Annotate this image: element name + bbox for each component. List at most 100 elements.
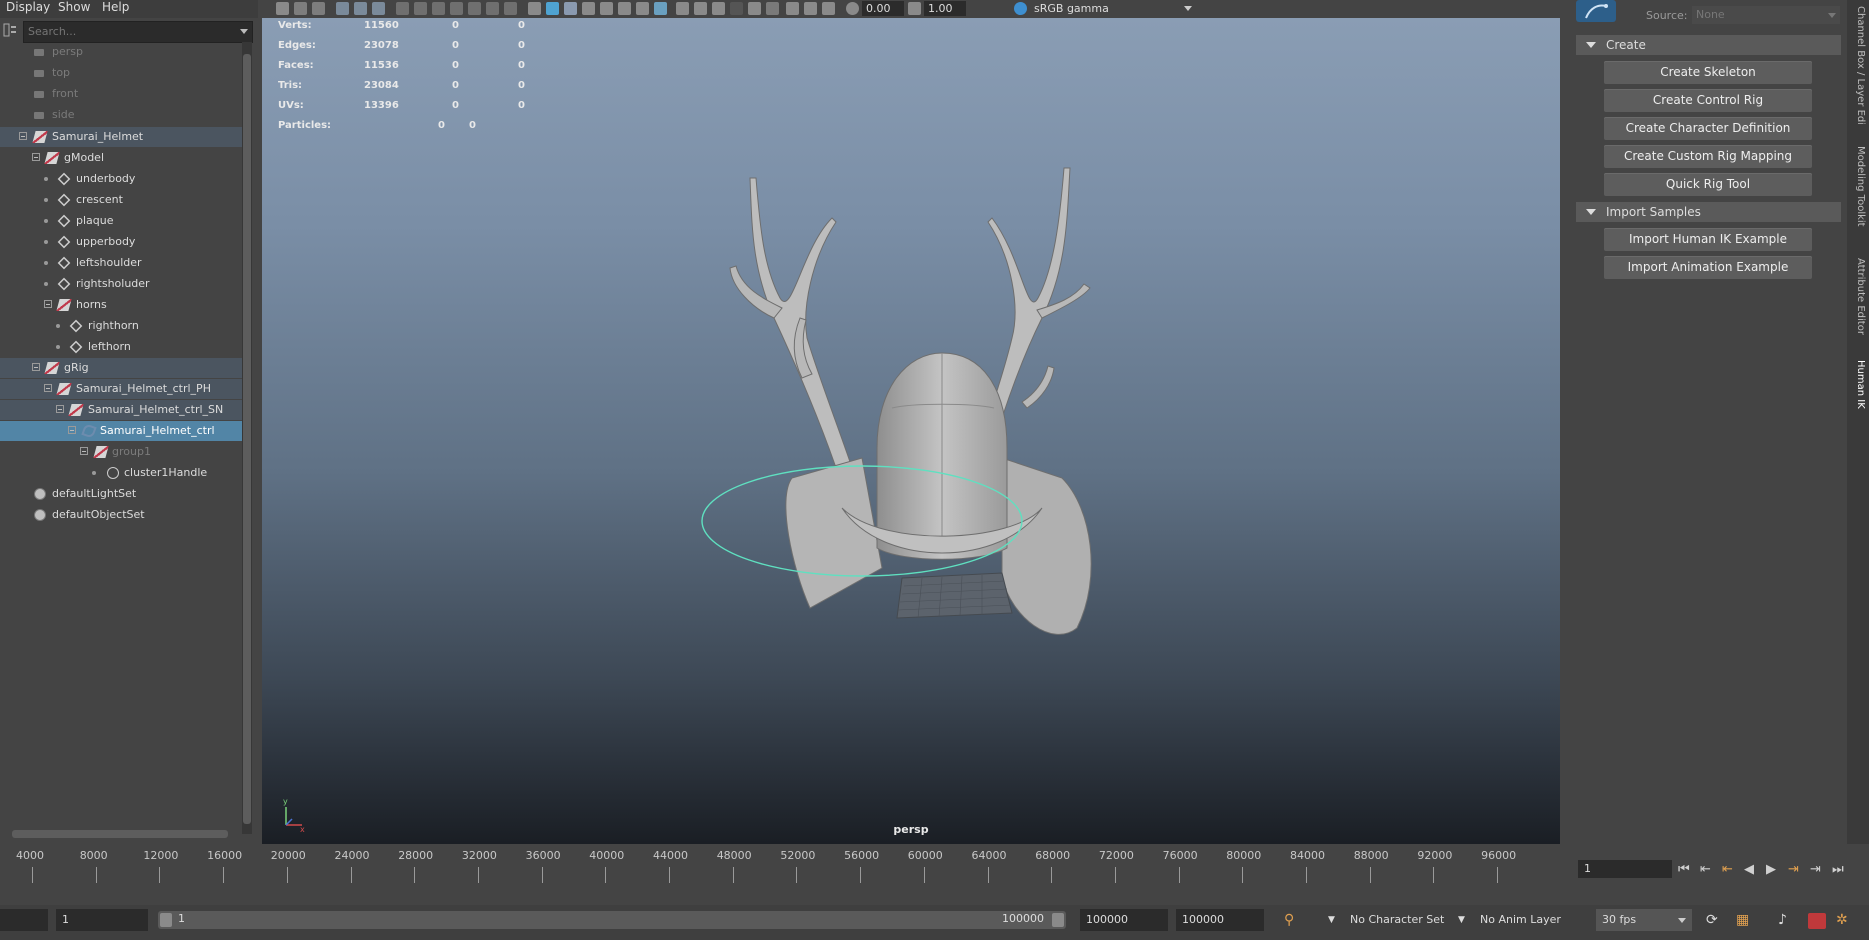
- collapse-icon[interactable]: [32, 153, 40, 161]
- tab-channel-box[interactable]: Channel Box / Layer Editor: [1850, 6, 1866, 124]
- tab-modeling-toolkit[interactable]: Modeling Toolkit: [1850, 146, 1866, 227]
- tab-attribute-editor[interactable]: Attribute Editor: [1850, 258, 1866, 335]
- lights-icon[interactable]: [600, 2, 613, 15]
- exposure-icon[interactable]: [846, 2, 859, 15]
- outliner-item-side[interactable]: side: [0, 105, 242, 125]
- create-skeleton-button[interactable]: Create Skeleton: [1604, 61, 1812, 84]
- outliner-item-crescent[interactable]: crescent: [0, 190, 242, 210]
- chevron-down-icon[interactable]: [1184, 6, 1192, 11]
- grid-icon[interactable]: [396, 2, 409, 15]
- bookmark-icon[interactable]: [312, 2, 325, 15]
- outliner-item-samurai-helmet[interactable]: Samurai_Helmet: [0, 127, 242, 147]
- collapse-icon[interactable]: [19, 132, 27, 140]
- create-custom-rig-mapping-button[interactable]: Create Custom Rig Mapping: [1604, 145, 1812, 168]
- outliner-item-group1[interactable]: group1: [0, 442, 242, 462]
- xray-joints-icon[interactable]: [712, 2, 725, 15]
- outliner-item-defaultobjectset[interactable]: defaultObjectSet: [0, 505, 242, 525]
- range-start-handle[interactable]: [160, 913, 172, 927]
- import-human-ik-example-button[interactable]: Import Human IK Example: [1604, 228, 1812, 251]
- preferences-icon[interactable]: ✲: [1836, 909, 1848, 931]
- outliner-item-grig[interactable]: gRig: [0, 358, 242, 378]
- gate-mask-icon[interactable]: [450, 2, 463, 15]
- start-time-field[interactable]: 1: [56, 909, 148, 931]
- outliner-item-top[interactable]: top: [0, 63, 242, 83]
- range-end-handle[interactable]: [1052, 913, 1064, 927]
- collapse-icon[interactable]: [32, 363, 40, 371]
- exposure-field[interactable]: 0.00: [862, 1, 904, 16]
- chevron-down-icon[interactable]: [1828, 13, 1836, 18]
- outliner-item-defaultlightset[interactable]: defaultLightSet: [0, 484, 242, 504]
- outliner-item-upperbody[interactable]: upperbody: [0, 232, 242, 252]
- wireframe-on-shaded-icon[interactable]: [564, 2, 577, 15]
- smooth-shade-icon[interactable]: [546, 2, 559, 15]
- resolution-icon[interactable]: [822, 2, 835, 15]
- grease-pencil-icon[interactable]: [372, 2, 385, 15]
- search-options-icon[interactable]: [3, 23, 17, 37]
- range-slider[interactable]: 1 100000: [158, 911, 1066, 929]
- quick-rig-tool-button[interactable]: Quick Rig Tool: [1604, 173, 1812, 196]
- select-icon[interactable]: [748, 2, 761, 15]
- collapse-icon[interactable]: [56, 405, 64, 413]
- collapse-icon[interactable]: [80, 447, 88, 455]
- collapse-icon[interactable]: [44, 300, 52, 308]
- color-management-icon[interactable]: [1014, 2, 1027, 15]
- script-editor-icon[interactable]: [1808, 913, 1826, 929]
- outliner-item-rightsholuder[interactable]: rightsholuder: [0, 274, 242, 294]
- collapse-icon[interactable]: [68, 426, 76, 434]
- outliner-item-ctrl-ph[interactable]: Samurai_Helmet_ctrl_PH: [0, 379, 242, 399]
- outliner-item-gmodel[interactable]: gModel: [0, 148, 242, 168]
- viewport-3d[interactable]: Verts: 11560 0 0 Edges: 23078 0 0 Faces: 11536 0…: [262, 18, 1560, 844]
- safe-title-icon[interactable]: [504, 2, 517, 15]
- play-backwards-icon[interactable]: ◀: [1744, 862, 1754, 877]
- scroll-thumb[interactable]: [243, 54, 251, 824]
- xray-components-icon[interactable]: [730, 2, 743, 15]
- play-forwards-icon[interactable]: ▶: [1766, 862, 1776, 877]
- outliner-horizontal-scrollbar[interactable]: [0, 827, 240, 839]
- create-control-rig-button[interactable]: Create Control Rig: [1604, 89, 1812, 112]
- resolution-gate-icon[interactable]: [432, 2, 445, 15]
- anim-layer-select[interactable]: No Anim Layer: [1474, 909, 1582, 931]
- scroll-thumb[interactable]: [12, 830, 228, 838]
- gamma-field[interactable]: 1.00: [924, 1, 966, 16]
- pan-icon[interactable]: [766, 2, 779, 15]
- motion-blur-icon[interactable]: [654, 2, 667, 15]
- outliner-item-ctrl[interactable]: Samurai_Helmet_ctrl: [0, 421, 242, 441]
- create-character-definition-button[interactable]: Create Character Definition: [1604, 117, 1812, 140]
- time-slider[interactable]: 4000 8000 12000 16000 20000 24000 28000 32000 36…: [0, 849, 1566, 897]
- ambient-occlusion-icon[interactable]: [636, 2, 649, 15]
- menu-help[interactable]: Help: [102, 0, 129, 14]
- go-to-end-icon[interactable]: ⏭: [1832, 862, 1844, 877]
- image-plane-icon[interactable]: [336, 2, 349, 15]
- import-samples-section-header[interactable]: Import Samples: [1576, 202, 1841, 222]
- outliner-item-ctrl-sn[interactable]: Samurai_Helmet_ctrl_SN: [0, 400, 242, 420]
- gamma-icon[interactable]: [908, 2, 921, 15]
- outliner-vertical-scrollbar[interactable]: [242, 42, 252, 834]
- tab-human-ik[interactable]: Human IK: [1850, 360, 1866, 409]
- wireframe-icon[interactable]: [528, 2, 541, 15]
- collapse-icon[interactable]: [44, 384, 52, 392]
- outliner-item-underbody[interactable]: underbody: [0, 169, 242, 189]
- outliner-item-plaque[interactable]: plaque: [0, 211, 242, 231]
- outliner-item-lefthorn[interactable]: lefthorn: [0, 337, 242, 357]
- film-gate-icon[interactable]: [414, 2, 427, 15]
- chevron-down-icon[interactable]: [240, 29, 248, 34]
- isolate-select-icon[interactable]: [676, 2, 689, 15]
- character-set-select[interactable]: No Character Set: [1344, 909, 1466, 931]
- textured-icon[interactable]: [582, 2, 595, 15]
- helmet-control-curve[interactable]: [692, 458, 1032, 588]
- import-animation-example-button[interactable]: Import Animation Example: [1604, 256, 1812, 279]
- sound-icon[interactable]: ♪: [1778, 909, 1787, 931]
- loop-icon[interactable]: ⟳: [1706, 909, 1718, 931]
- xray-icon[interactable]: [694, 2, 707, 15]
- camera-attributes-icon[interactable]: [294, 2, 307, 15]
- menu-show[interactable]: Show: [58, 0, 90, 14]
- step-forward-key-icon[interactable]: ⇥: [1788, 862, 1799, 877]
- step-forward-frame-icon[interactable]: ⇥: [1810, 862, 1821, 877]
- frame-selected-icon[interactable]: [804, 2, 817, 15]
- step-back-key-icon[interactable]: ⇤: [1722, 862, 1733, 877]
- character-set-menu-icon[interactable]: ▼: [1328, 909, 1335, 931]
- colorspace-select[interactable]: sRGB gamma: [1032, 1, 1194, 16]
- step-back-frame-icon[interactable]: ⇤: [1700, 862, 1711, 877]
- create-section-header[interactable]: Create: [1576, 35, 1841, 55]
- shadows-icon[interactable]: [618, 2, 631, 15]
